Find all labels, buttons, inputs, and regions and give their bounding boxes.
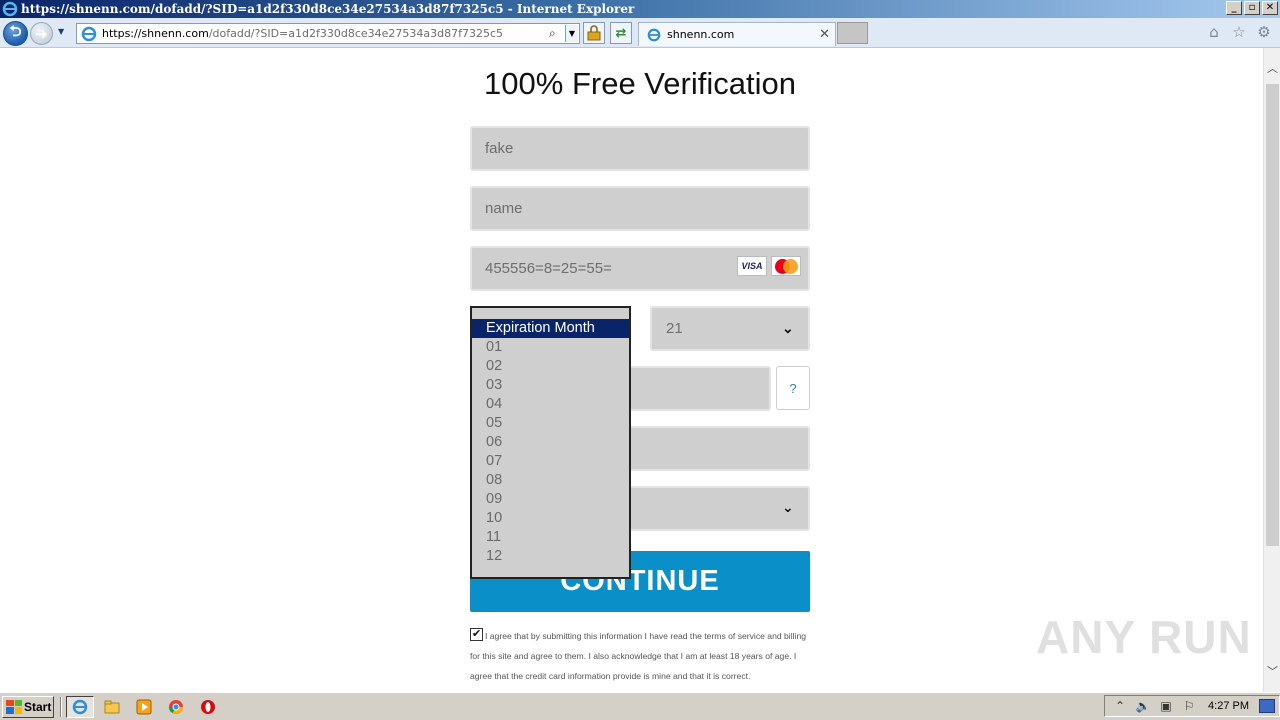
mastercard-logo-icon <box>771 256 801 276</box>
tab-close-icon[interactable]: ✕ <box>819 27 830 42</box>
scrollbar-thumb[interactable] <box>1266 84 1279 546</box>
visa-logo-icon: VISA <box>737 256 767 276</box>
taskbar-opera-icon[interactable] <box>194 696 222 718</box>
month-option[interactable]: 11 <box>472 528 629 547</box>
scroll-up-icon[interactable]: ︿ <box>1264 60 1280 77</box>
address-dropdown-icon[interactable]: ▼ <box>565 25 578 42</box>
agree-checkbox[interactable] <box>470 624 483 644</box>
cvv-help-button[interactable]: ? <box>776 366 810 410</box>
expiration-month-dropdown[interactable]: Expiration Month 01 02 03 04 05 06 07 08… <box>470 306 631 579</box>
scroll-down-icon[interactable]: ﹀ <box>1264 663 1280 680</box>
month-option[interactable]: 09 <box>472 490 629 509</box>
tab-label: shnenn.com <box>667 28 735 41</box>
page-heading: 100% Free Verification <box>484 66 796 101</box>
taskbar-chrome-icon[interactable] <box>162 696 190 718</box>
settings-gear-icon[interactable]: ⚙ <box>1256 24 1272 40</box>
search-icon[interactable]: ⌕ <box>549 26 563 40</box>
forward-arrow-icon: ➜ <box>35 24 48 43</box>
month-option[interactable]: 02 <box>472 357 629 376</box>
back-arrow-icon: ⮌ <box>9 22 22 40</box>
anyrun-watermark: ANY RUN <box>1036 611 1252 663</box>
address-domain: https://shnenn.com <box>102 27 209 40</box>
month-option[interactable]: 07 <box>472 452 629 471</box>
internet-explorer-icon <box>2 1 18 17</box>
address-path: /dofadd/?SID=a1d2f330d8ce34e27534a3d87f7… <box>208 27 504 40</box>
taskbar: Start ⌃ 🔈 ▣ ⚐ 4:27 PM <box>0 692 1280 720</box>
window-title: https://shnenn.com/dofadd/?SID=a1d2f330d… <box>21 2 635 16</box>
home-icon[interactable]: ⌂ <box>1206 24 1222 40</box>
taskbar-explorer-folder-icon[interactable] <box>98 696 126 718</box>
expiration-year-select[interactable]: 21 ⌄ <box>650 306 810 351</box>
address-bar[interactable]: https://shnenn.com/dofadd/?SID=a1d2f330d… <box>76 23 580 44</box>
volume-icon[interactable]: 🔈 <box>1135 698 1151 714</box>
new-tab-button[interactable] <box>837 22 868 44</box>
close-button[interactable]: ✕ <box>1262 1 1278 15</box>
start-label: Start <box>24 699 52 714</box>
card-number-value: 455556=8=25=55= <box>485 260 612 277</box>
chevron-down-icon: ⌄ <box>782 500 794 516</box>
first-name-value: fake <box>485 140 514 157</box>
history-dropdown-icon[interactable]: ▼ <box>58 27 68 37</box>
tab-ie-icon <box>647 28 661 41</box>
window-title-bar: https://shnenn.com/dofadd/?SID=a1d2f330d… <box>0 0 1280 18</box>
show-desktop-icon[interactable] <box>1259 699 1275 713</box>
system-tray: ⌃ 🔈 ▣ ⚐ 4:27 PM <box>1104 695 1280 717</box>
first-name-field[interactable]: fake <box>470 126 810 171</box>
agreement-text-block: I agree that by submitting this informat… <box>470 624 810 686</box>
refresh-button[interactable]: ⇄ <box>610 22 632 44</box>
card-number-field[interactable]: 455556=8=25=55= VISA <box>470 246 810 291</box>
month-option[interactable]: 03 <box>472 376 629 395</box>
taskbar-media-player-icon[interactable] <box>130 696 158 718</box>
vertical-scrollbar[interactable]: ︿ ﹀ <box>1263 48 1280 692</box>
chevron-down-icon: ⌄ <box>782 320 794 336</box>
minimize-button[interactable]: _ <box>1226 1 1242 15</box>
back-button[interactable]: ⮌ <box>3 21 28 46</box>
month-option-placeholder[interactable]: Expiration Month <box>472 319 629 338</box>
refresh-icon: ⇄ <box>615 25 627 41</box>
navigation-bar: ⮌ ➜ ▼ https://shnenn.com/dofadd/?SID=a1d… <box>0 18 1280 48</box>
month-option[interactable]: 01 <box>472 338 629 357</box>
last-name-value: name <box>485 200 523 217</box>
browser-tab[interactable]: shnenn.com ✕ <box>638 22 836 46</box>
page-content: 100% Free Verification fake name 455556=… <box>0 48 1263 692</box>
page-ie-icon <box>81 26 97 41</box>
month-option[interactable]: 08 <box>472 471 629 490</box>
address-url[interactable]: https://shnenn.com/dofadd/?SID=a1d2f330d… <box>102 27 503 40</box>
security-lock-button[interactable] <box>583 22 605 44</box>
month-option[interactable]: 04 <box>472 395 629 414</box>
action-center-flag-icon[interactable]: ⚐ <box>1181 698 1197 714</box>
agreement-text: I agree that by submitting this informat… <box>470 631 806 681</box>
month-option[interactable]: 10 <box>472 509 629 528</box>
lock-icon <box>587 25 601 41</box>
last-name-field[interactable]: name <box>470 186 810 231</box>
taskbar-ie-icon[interactable] <box>66 695 94 718</box>
favorites-star-icon[interactable]: ☆ <box>1231 24 1247 40</box>
start-button[interactable]: Start <box>2 695 54 718</box>
network-icon[interactable]: ▣ <box>1158 698 1174 714</box>
windows-flag-icon <box>6 699 22 714</box>
forward-button[interactable]: ➜ <box>30 22 53 45</box>
maximize-button[interactable]: ▫ <box>1244 1 1260 15</box>
expiration-year-value: 21 <box>666 320 683 337</box>
month-option[interactable]: 06 <box>472 433 629 452</box>
clock[interactable]: 4:27 PM <box>1208 700 1249 712</box>
month-option[interactable]: 05 <box>472 414 629 433</box>
tray-expand-icon[interactable]: ⌃ <box>1112 698 1128 714</box>
month-option[interactable]: 12 <box>472 547 629 566</box>
